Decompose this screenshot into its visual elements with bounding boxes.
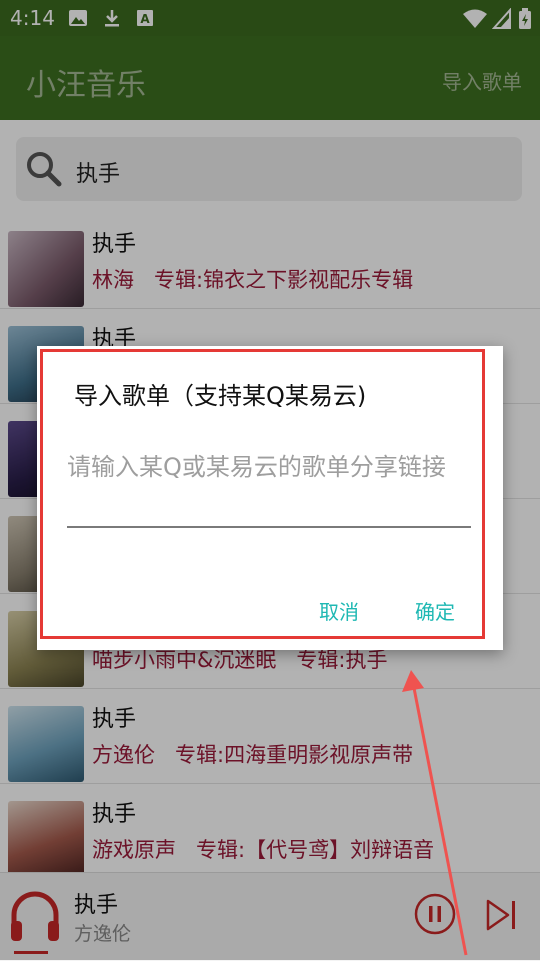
- dialog-title: 导入歌单（支持某Q某易云): [74, 382, 367, 410]
- import-playlist-dialog: 导入歌单（支持某Q某易云) 请输入某Q或某易云的歌单分享链接 取消 确定: [37, 346, 503, 650]
- cancel-button[interactable]: 取消: [319, 596, 359, 625]
- playlist-link-placeholder: 请输入某Q或某易云的歌单分享链接: [67, 453, 446, 481]
- confirm-button[interactable]: 确定: [415, 596, 455, 625]
